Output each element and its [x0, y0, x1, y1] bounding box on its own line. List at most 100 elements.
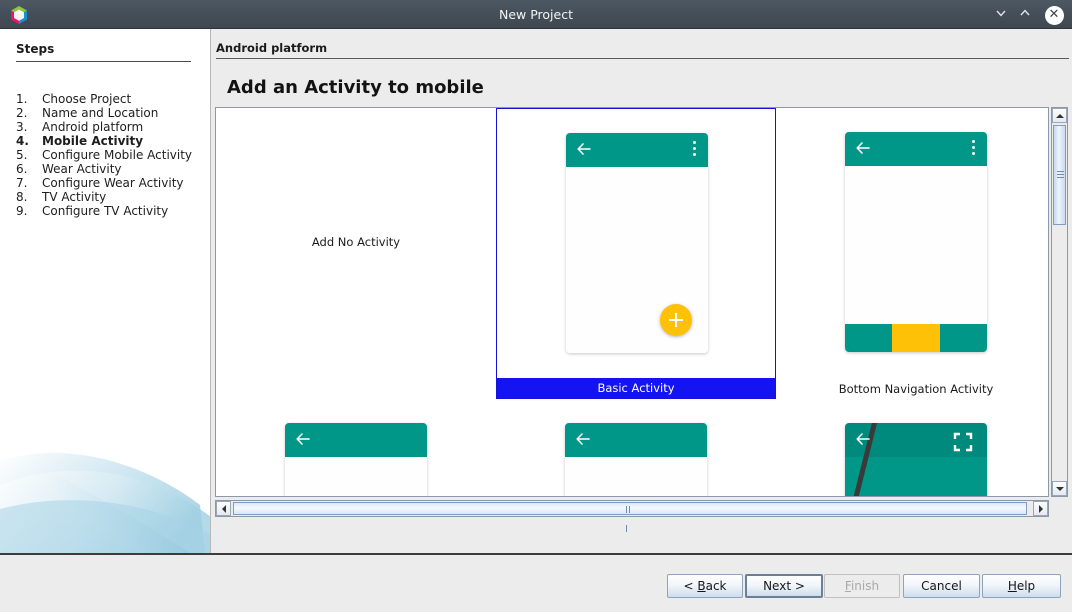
breadcrumb: Android platform — [216, 41, 327, 55]
gallery-horizontal-scrollbar[interactable] — [215, 500, 1049, 517]
horizontal-scroll-thumb[interactable] — [233, 502, 1027, 515]
step-item-7: 7. Configure Wear Activity — [16, 176, 206, 190]
chevron-down-icon — [994, 6, 1008, 20]
scroll-right-button[interactable] — [1033, 501, 1048, 516]
phone-mock-basic — [566, 133, 708, 353]
tile-preview-appbar — [216, 399, 496, 497]
step-item-3: 3. Android platform — [16, 120, 206, 134]
bottom-nav-item-active — [892, 324, 939, 352]
step-item-5: 5. Configure Mobile Activity — [16, 148, 206, 162]
phone-appbar — [285, 423, 427, 457]
phone-appbar — [566, 133, 708, 167]
tile-label-bottom-navigation-activity: Bottom Navigation Activity — [776, 379, 1049, 399]
step-number: 1. — [16, 92, 42, 106]
back-arrow-icon — [575, 431, 591, 447]
tile-label-basic-activity: Basic Activity — [497, 378, 775, 398]
step-item-9: 9. Configure TV Activity — [16, 204, 206, 218]
back-button-label: < — [683, 579, 697, 593]
phone-mock-bottom-nav — [845, 132, 987, 352]
step-number: 5. — [16, 148, 42, 162]
phone-mock-appbar — [565, 423, 707, 497]
wizard-button-bar: < Back Next > Finish Cancel Help — [0, 555, 1072, 612]
scroll-down-button[interactable] — [1052, 481, 1067, 496]
gallery-vertical-scrollbar[interactable] — [1051, 107, 1068, 497]
tile-preview-basic — [497, 109, 775, 374]
tile-preview-bottom-nav — [776, 108, 1049, 375]
back-arrow-icon — [855, 431, 871, 447]
overflow-menu-icon — [972, 140, 976, 156]
triangle-left-icon — [222, 505, 226, 513]
activity-tile-row2-col2[interactable] — [496, 399, 776, 497]
bottom-nav-item — [845, 324, 892, 352]
phone-mock-fullscreen — [845, 423, 987, 497]
step-label: Wear Activity — [42, 162, 206, 176]
gallery-scroll-content: Add No Activity — [216, 108, 1048, 496]
step-number: 3. — [16, 120, 42, 134]
decorative-swoosh-graphic — [0, 413, 211, 553]
scroll-left-button[interactable] — [216, 501, 231, 516]
steps-list: 1. Choose Project 2. Name and Location 3… — [16, 92, 206, 218]
chevron-up-icon — [1018, 6, 1032, 20]
window-title: New Project — [0, 0, 1072, 29]
phone-mock-appbar — [285, 423, 427, 497]
activity-template-gallery[interactable]: Add No Activity — [215, 107, 1049, 497]
activity-tile-row2-col1[interactable] — [216, 399, 496, 497]
next-button-label: Next > — [763, 579, 805, 593]
fullscreen-expand-icon — [953, 432, 973, 452]
step-item-8: 8. TV Activity — [16, 190, 206, 204]
step-number: 7. — [16, 176, 42, 190]
step-item-6: 6. Wear Activity — [16, 162, 206, 176]
minimize-button[interactable] — [988, 0, 1014, 29]
bottom-nav-item — [940, 324, 987, 352]
activity-tile-add-no-activity[interactable]: Add No Activity — [216, 108, 496, 399]
step-label: Configure Mobile Activity — [42, 148, 206, 162]
step-label: Name and Location — [42, 106, 206, 120]
triangle-down-icon — [1056, 487, 1064, 491]
step-number: 8. — [16, 190, 42, 204]
breadcrumb-divider — [216, 58, 1069, 59]
maximize-button[interactable] — [1012, 0, 1038, 29]
phone-content-area — [845, 166, 987, 352]
phone-appbar — [845, 132, 987, 166]
back-arrow-icon — [855, 140, 871, 156]
triangle-right-icon — [1039, 505, 1043, 513]
step-item-4-current: 4. Mobile Activity — [16, 134, 206, 148]
triangle-up-icon — [1056, 114, 1064, 118]
scroll-grip-icon — [1057, 171, 1064, 179]
phone-content-area — [285, 457, 427, 497]
next-button[interactable]: Next > — [745, 574, 823, 598]
close-button[interactable]: ✕ — [1040, 0, 1068, 29]
finish-button: Finish — [824, 574, 900, 598]
tile-preview-fullscreen — [776, 399, 1049, 497]
help-button-label: elp — [1017, 579, 1035, 593]
floating-action-button-icon — [660, 304, 692, 336]
cancel-button-label: Cancel — [921, 579, 962, 593]
step-number: 9. — [16, 204, 42, 218]
scroll-grip-icon — [626, 506, 634, 513]
step-number: 2. — [16, 106, 42, 120]
step-number: 6. — [16, 162, 42, 176]
activity-tile-bottom-navigation-activity[interactable]: Bottom Navigation Activity — [776, 108, 1049, 399]
phone-appbar — [565, 423, 707, 457]
back-arrow-icon — [295, 431, 311, 447]
step-item-2: 2. Name and Location — [16, 106, 206, 120]
scroll-up-button[interactable] — [1052, 108, 1067, 123]
tile-preview-appbar — [496, 399, 776, 497]
activity-tile-row2-col3-fullscreen[interactable] — [776, 399, 1049, 497]
page-title: Add an Activity to mobile — [227, 77, 484, 98]
vertical-scroll-thumb[interactable] — [1053, 125, 1066, 225]
step-label: Mobile Activity — [42, 134, 206, 148]
activity-tile-basic-activity[interactable]: Basic Activity — [496, 108, 776, 399]
back-button[interactable]: < Back — [667, 574, 743, 598]
steps-pane: Steps 1. Choose Project 2. Name and Loca… — [0, 29, 211, 553]
step-number: 4. — [16, 134, 42, 148]
bottom-navigation-bar — [845, 324, 987, 352]
step-label: Android platform — [42, 120, 206, 134]
finish-button-label: inish — [851, 579, 879, 593]
cancel-button[interactable]: Cancel — [903, 574, 980, 598]
overflow-menu-icon — [693, 141, 697, 157]
steps-divider — [16, 61, 191, 62]
help-button[interactable]: Help — [982, 574, 1061, 598]
tile-label-add-no-activity: Add No Activity — [312, 235, 400, 249]
window-titlebar[interactable]: New Project ✕ — [0, 0, 1072, 29]
